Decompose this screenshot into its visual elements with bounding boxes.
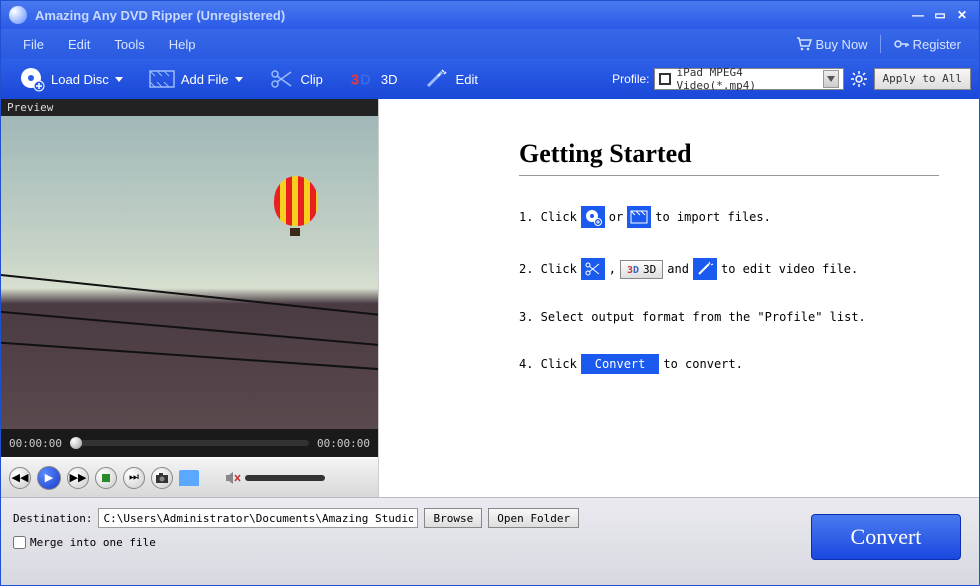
convert-button[interactable]: Convert: [811, 514, 961, 560]
preview-pane: Preview 00:00:00 00:00:00 ◀◀ ▶ ▶▶ ⏭: [1, 99, 379, 497]
step-button[interactable]: ⏭: [123, 467, 145, 489]
3d-icon: 3D: [349, 66, 375, 92]
chevron-down-icon: [235, 77, 243, 82]
wand-icon: [424, 66, 450, 92]
app-logo-icon: [9, 6, 27, 24]
player-controls: ◀◀ ▶ ▶▶ ⏭: [1, 457, 378, 497]
buy-now-label: Buy Now: [816, 37, 868, 52]
disc-icon: [19, 66, 45, 92]
scissors-icon: [581, 258, 605, 280]
register-link[interactable]: Register: [885, 35, 969, 54]
add-file-label: Add File: [181, 72, 229, 87]
gear-icon: [850, 70, 868, 88]
add-file-button[interactable]: Add File: [139, 62, 253, 96]
3d-inline-button: 3D 3D: [620, 260, 663, 279]
buy-now-link[interactable]: Buy Now: [788, 35, 876, 54]
register-label: Register: [913, 37, 961, 52]
step-1: 1. Click or to import files.: [519, 206, 939, 228]
convert-inline-button: Convert: [581, 354, 660, 374]
chevron-down-icon: [115, 77, 123, 82]
camera-icon: [155, 472, 169, 484]
merge-checkbox[interactable]: [13, 536, 26, 549]
svg-text:3: 3: [351, 73, 359, 89]
maximize-button[interactable]: ▭: [931, 8, 949, 22]
profile-label: Profile:: [612, 72, 649, 86]
merge-checkbox-row[interactable]: Merge into one file: [13, 536, 801, 549]
stop-button[interactable]: [95, 467, 117, 489]
load-disc-label: Load Disc: [51, 72, 109, 87]
disc-icon: [581, 206, 605, 228]
window-title: Amazing Any DVD Ripper (Unregistered): [35, 8, 905, 23]
time-current: 00:00:00: [9, 437, 62, 450]
play-button[interactable]: ▶: [37, 466, 61, 490]
browse-button[interactable]: Browse: [424, 508, 482, 528]
edit-label: Edit: [456, 72, 478, 87]
destination-label: Destination:: [13, 512, 92, 525]
preview-label: Preview: [1, 99, 378, 116]
film-icon: [149, 66, 175, 92]
3d-label: 3D: [381, 72, 398, 87]
menu-file[interactable]: File: [11, 33, 56, 56]
open-folder-button[interactable]: Open Folder: [488, 508, 579, 528]
step-2: 2. Click , 3D 3D and to edit video file.: [519, 258, 939, 280]
seek-slider[interactable]: [70, 440, 309, 446]
volume-slider[interactable]: [245, 475, 325, 481]
snapshot-button[interactable]: [151, 467, 173, 489]
menu-edit[interactable]: Edit: [56, 33, 102, 56]
cart-icon: [796, 37, 812, 51]
key-icon: [893, 37, 909, 51]
bottom-bar: Destination: Browse Open Folder Merge in…: [1, 497, 979, 585]
profile-dropdown[interactable]: iPad MPEG4 Video(*.mp4): [654, 68, 844, 90]
svg-text:D: D: [360, 73, 371, 89]
menubar: File Edit Tools Help Buy Now Register: [1, 29, 979, 59]
format-icon: [659, 73, 671, 85]
chevron-down-icon: [823, 70, 839, 88]
main-area: Preview 00:00:00 00:00:00 ◀◀ ▶ ▶▶ ⏭: [1, 99, 979, 497]
profile-settings-button[interactable]: [848, 68, 870, 90]
minimize-button[interactable]: —: [909, 8, 927, 22]
edit-button[interactable]: Edit: [414, 62, 488, 96]
seek-thumb[interactable]: [70, 437, 82, 449]
next-button[interactable]: ▶▶: [67, 467, 89, 489]
destination-input[interactable]: [98, 508, 418, 528]
separator: [880, 35, 881, 53]
step-3: 3. Select output format from the "Profil…: [519, 310, 939, 324]
menu-tools[interactable]: Tools: [102, 33, 156, 56]
wand-icon: [693, 258, 717, 280]
3d-icon: 3D: [627, 263, 641, 275]
apply-to-all-button[interactable]: Apply to All: [874, 68, 971, 90]
clip-button[interactable]: Clip: [259, 62, 333, 96]
prev-button[interactable]: ◀◀: [9, 467, 31, 489]
step-4: 4. Click Convert to convert.: [519, 354, 939, 374]
load-disc-button[interactable]: Load Disc: [9, 62, 133, 96]
titlebar: Amazing Any DVD Ripper (Unregistered) — …: [1, 1, 979, 29]
film-icon: [627, 206, 651, 228]
getting-started-panel: Getting Started 1. Click or to import fi…: [379, 99, 979, 497]
balloon-basket: [290, 228, 300, 236]
clip-label: Clip: [301, 72, 323, 87]
close-button[interactable]: ✕: [953, 8, 971, 22]
getting-started-heading: Getting Started: [519, 139, 939, 176]
time-bar: 00:00:00 00:00:00: [1, 429, 378, 457]
balloon-graphic: [274, 176, 318, 226]
merge-label: Merge into one file: [30, 536, 156, 549]
scissors-icon: [269, 66, 295, 92]
time-total: 00:00:00: [317, 437, 370, 450]
snapshot-folder-button[interactable]: [179, 470, 199, 486]
svg-text:D: D: [633, 265, 639, 275]
3d-button[interactable]: 3D 3D: [339, 62, 408, 96]
profile-value: iPad MPEG4 Video(*.mp4): [677, 66, 823, 92]
menu-help[interactable]: Help: [157, 33, 208, 56]
preview-video: [1, 116, 378, 429]
mute-icon[interactable]: [225, 471, 241, 485]
toolbar: Load Disc Add File Clip 3D 3D Edit Profi…: [1, 59, 979, 99]
